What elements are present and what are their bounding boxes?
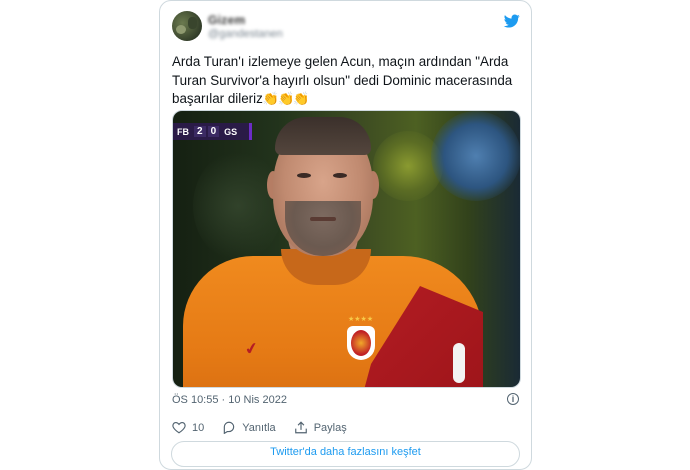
avatar[interactable] [172, 11, 202, 41]
home-score: 2 [194, 126, 206, 137]
heart-icon [172, 421, 186, 434]
away-team: GS [224, 126, 238, 137]
action-bar: 10 Yanıtla Paylaş [172, 421, 365, 434]
share-button[interactable]: Paylaş [294, 421, 347, 434]
scoreboard: FB 2 0 GS [173, 123, 252, 140]
reply-icon [224, 421, 235, 434]
share-icon [294, 421, 307, 434]
reply-button[interactable]: Yanıtla [222, 421, 276, 434]
explore-more-button[interactable]: Twitter'da daha fazlasını keşfet [171, 441, 520, 467]
info-icon[interactable]: i [507, 393, 519, 405]
tweet-body: Arda Turan'ı izlemeye gelen Acun, maçın … [172, 54, 513, 106]
away-score: 0 [207, 126, 220, 137]
reply-label: Yanıtla [242, 421, 276, 434]
clapping-hands-emoji: 👏👏👏 [262, 91, 310, 106]
author-handle[interactable]: @gandestanen [208, 28, 283, 40]
tweet-image[interactable]: ★★★★ ✔ FB 2 0 GS [172, 110, 521, 388]
tweet-text: Arda Turan'ı izlemeye gelen Acun, maçın … [172, 53, 517, 109]
home-team: FB [177, 126, 189, 137]
share-label: Paylaş [313, 421, 347, 434]
twitter-bird-icon[interactable] [503, 13, 521, 29]
player-photo: ★★★★ ✔ [173, 111, 520, 387]
tweet-card: Gizem @gandestanen Arda Turan'ı izlemeye… [159, 0, 532, 470]
tweet-timestamp[interactable]: ÖS 10:55 · 10 Nis 2022 [172, 394, 287, 406]
like-count: 10 [192, 421, 205, 434]
author-name[interactable]: Gizem [208, 13, 246, 27]
like-button[interactable]: 10 [172, 421, 204, 434]
